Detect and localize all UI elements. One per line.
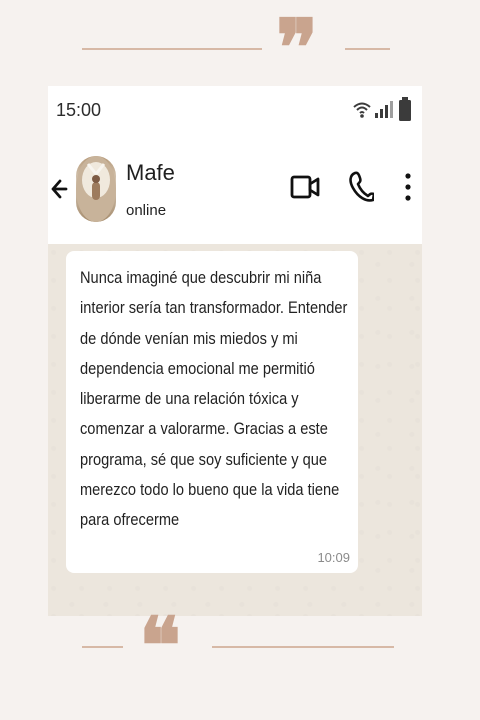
- contact-status: online: [126, 202, 167, 219]
- status-icons: [352, 96, 414, 124]
- more-vertical-icon[interactable]: [404, 172, 412, 202]
- incoming-message-bubble: Nunca imaginé que descubrir mi niña inte…: [66, 251, 358, 573]
- signal-icon: [375, 101, 393, 118]
- status-bar: 15:00: [48, 86, 422, 136]
- avatar[interactable]: [76, 156, 116, 222]
- status-time: 15:00: [56, 100, 102, 120]
- arrow-left-icon[interactable]: [50, 176, 70, 202]
- quote-mark-top: ❞: [276, 3, 318, 94]
- decor-line-top-left: [82, 48, 262, 50]
- quote-mark-bottom: ❝: [139, 601, 181, 692]
- decor-line-bottom-right: [212, 646, 394, 648]
- decor-line-top-right: [345, 48, 390, 50]
- message-time: 10:09: [317, 550, 350, 565]
- chat-header: Mafe online: [48, 136, 422, 244]
- contact-name[interactable]: Mafe: [126, 160, 175, 186]
- phone-icon[interactable]: [348, 170, 374, 204]
- decor-line-bottom-left: [82, 646, 123, 648]
- wifi-icon: [353, 102, 371, 118]
- message-text: Nunca imaginé que descubrir mi niña inte…: [80, 268, 348, 530]
- battery-icon: [399, 97, 411, 121]
- video-camera-icon[interactable]: [290, 172, 320, 202]
- phone-screenshot: 15:00 Mafe online Nunca imaginé que desc…: [48, 86, 422, 616]
